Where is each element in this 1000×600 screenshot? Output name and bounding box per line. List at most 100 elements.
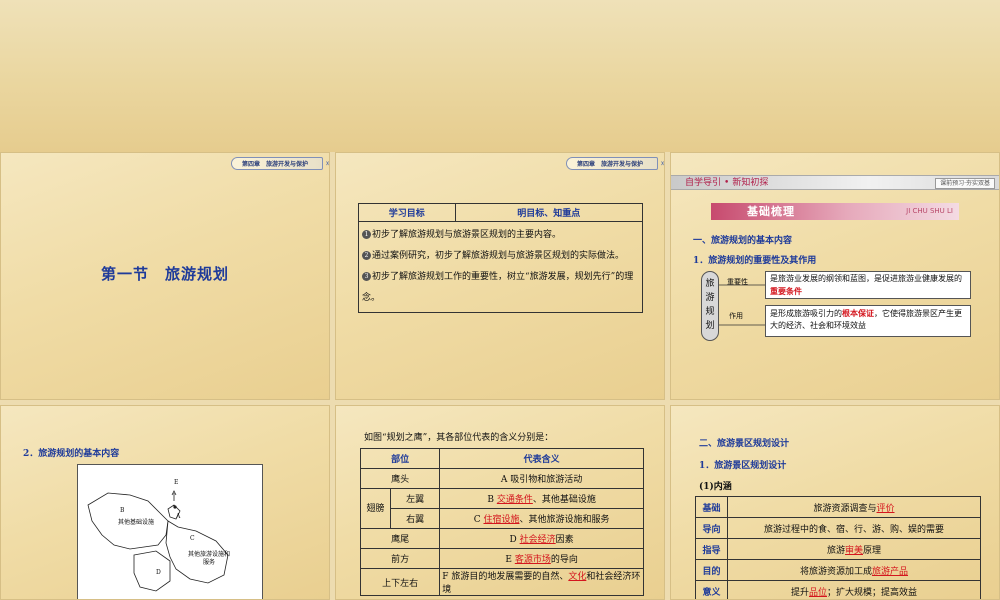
table-header: 学习目标 (358, 203, 456, 222)
meaning-cell: D 社会经济因素 (439, 528, 644, 549)
part-cell: 鹰尾 (359, 528, 441, 549)
chapter-tag: 第四章 旅游开发与保护 » (230, 157, 329, 170)
slide-3[interactable]: 自学导引 • 新知初探 课前预习·夯实双基 基础梳理 JI CHU SHU LI 一… (670, 152, 1000, 400)
meaning-cell: C 住宿设施、其他旅游设施和服务 (439, 508, 644, 529)
value-text: 旅游过程中的食、宿、行、游、购、娱的需要 (763, 524, 944, 535)
table-row: 前方 E 客源市场的导向 (359, 548, 644, 569)
meaning-text: 、其他基础设施 (532, 495, 596, 505)
map-label-d: D (156, 569, 161, 576)
value-text: 提升 (790, 587, 809, 598)
answer-text: 客源市场 (514, 555, 551, 565)
meaning-cell: F 旅游目的地发展需要的自然、文化和社会经济环境 (439, 568, 644, 596)
answer-text: 住宿设施 (483, 515, 520, 525)
table-row: 目的 将旅游资源加工成旅游产品 (695, 559, 981, 581)
info-box: 是旅游业发展的纲领和蓝图，是促进旅游业健康发展的重要条件 (765, 271, 971, 299)
oval-char: 划 (705, 321, 715, 331)
map-label-e: E (174, 479, 179, 486)
table-row: 鹰尾 D 社会经济因素 (359, 528, 644, 549)
meaning-cell: A 吸引物和旅游活动 (439, 468, 644, 489)
goals-table: 学习目标 明目标、知重点 1 初步了解旅游规划与旅游景区规划的主要内容。 2 通过案… (358, 203, 644, 313)
table-row: 基础 旅游资源调查与评价 (695, 496, 981, 518)
value-text: 将旅游资源加工成 (799, 566, 872, 577)
goal-item: 3 初步了解旅游规划工作的重要性，树立“旅游发展，规划先行”的理念。 (362, 267, 639, 309)
meaning-text: B (487, 495, 497, 505)
meaning-cell: B 交通条件、其他基础设施 (439, 488, 644, 509)
meaning-text: 的导向 (550, 555, 578, 565)
goal-item: 2 通过案例研究，初步了解旅游规划与旅游景区规划的实际做法。 (362, 246, 639, 267)
answer-text: 文化 (568, 572, 587, 582)
table-header: 明目标、知重点 (454, 203, 644, 222)
part-cell: 右翼 (389, 508, 441, 529)
table-header: 部位 (359, 448, 441, 469)
slide-5[interactable]: 如图“规划之鹰”，其各部位代表的含义分别是： 部位 代表含义 鹰头 A 吸引物和… (335, 405, 665, 600)
chevron-right-icon: » (325, 159, 329, 169)
key-cell: 指导 (695, 538, 728, 560)
answer-text: 交通条件 (496, 495, 533, 505)
slide-1[interactable]: 第四章 旅游开发与保护 » 第一节 旅游规划 (0, 152, 330, 400)
slide-6[interactable]: 二、旅游景区规划设计 1．旅游景区规划设计 (1)内涵 基础 旅游资源调查与评价… (670, 405, 1000, 600)
meaning-text: A 吸引物和旅游活动 (500, 475, 583, 485)
number-badge: 3 (362, 272, 371, 281)
branch-label: 作用 (729, 312, 743, 320)
value-text: 旅游 (826, 545, 845, 556)
value-text: 原理 (863, 545, 882, 556)
intro-text: 如图“规划之鹰”，其各部位代表的含义分别是： (364, 433, 554, 443)
goal-text: 初步了解旅游规划与旅游景区规划的主要内容。 (372, 230, 562, 240)
page-title: 第一节 旅游规划 (101, 265, 230, 283)
connotation-table: 基础 旅游资源调查与评价 导向 旅游过程中的食、宿、行、游、购、娱的需要 指导 … (695, 496, 981, 599)
slide-4[interactable]: 2．旅游规划的基本内容 E B 其他基础设施 A C 其他旅游设施和服务 D F (0, 405, 330, 600)
value-text: ；扩大规模；提高效益 (827, 587, 918, 598)
map-label-c-text: 其他旅游设施和服务 (187, 551, 230, 566)
map-label-a: A (176, 513, 181, 520)
answer-text: 审美 (844, 545, 863, 556)
goal-text: 通过案例研究，初步了解旅游规划与旅游景区规划的实际做法。 (372, 251, 625, 261)
answer-text: 旅游产品 (872, 566, 909, 577)
key-cell: 意义 (695, 580, 728, 599)
goals-cell: 1 初步了解旅游规划与旅游景区规划的主要内容。 2 通过案例研究，初步了解旅游规划与… (358, 221, 643, 313)
eagle-meaning-table: 部位 代表含义 鹰头 A 吸引物和旅游活动 翅膀 左翼 B 交通条件、其他基础设… (359, 448, 644, 596)
top-banner (0, 0, 1000, 152)
chapter-tag: 第四章 旅游开发与保护 » (565, 157, 664, 170)
heading: 2．旅游规划的基本内容 (23, 449, 120, 459)
answer-text: 评价 (876, 503, 895, 514)
meaning-cell: E 客源市场的导向 (439, 548, 644, 569)
info-box: 是形成旅游吸引力的根本保证，它使得旅游景区产生更大的经济、社会和环境效益 (765, 305, 971, 337)
eagle-shape (87, 490, 229, 592)
answer-text: 品位 (808, 587, 827, 598)
table-row: 意义 提升品位；扩大规模；提高效益 (695, 580, 981, 599)
chapter-tag-text: 第四章 旅游开发与保护 (576, 161, 643, 168)
topic-oval: 旅 游 规 划 (701, 271, 719, 341)
value-text: 旅游资源调查与 (813, 503, 877, 514)
value-cell: 旅游过程中的食、宿、行、游、购、娱的需要 (727, 517, 981, 539)
table-row: 右翼 C 住宿设施、其他旅游设施和服务 (361, 508, 644, 529)
key-cell: 导向 (695, 517, 728, 539)
meaning-text: 、其他旅游设施和服务 (519, 515, 610, 525)
table-row: 翅膀 左翼 B 交通条件、其他基础设施 (360, 488, 644, 529)
meaning-text: D (509, 535, 520, 545)
map-label-b-text: 其他基础设施 (118, 519, 155, 526)
key-cell: 基础 (695, 496, 728, 518)
part-cell: 鹰头 (359, 468, 441, 489)
wing-cell: 翅膀 (360, 488, 391, 529)
value-cell: 提升品位；扩大规模；提高效益 (727, 580, 981, 599)
part-cell: 上下左右 (359, 568, 441, 596)
value-cell: 将旅游资源加工成旅游产品 (727, 559, 981, 581)
highlight-text: 根本保证 (842, 308, 874, 318)
map-label-c: C (190, 535, 195, 542)
meaning-text: E (505, 555, 515, 565)
goal-item: 1 初步了解旅游规划与旅游景区规划的主要内容。 (362, 225, 639, 246)
table-row: 导向 旅游过程中的食、宿、行、游、购、娱的需要 (695, 517, 981, 539)
oval-char: 游 (705, 293, 715, 303)
heading: 二、旅游景区规划设计 (699, 439, 790, 449)
chapter-tag-text: 第四章 旅游开发与保护 (241, 161, 308, 168)
highlight-text: 重要条件 (770, 286, 802, 296)
key-cell: 目的 (695, 559, 728, 581)
meaning-text: C (473, 515, 484, 525)
slide-2[interactable]: 第四章 旅游开发与保护 » 学习目标 明目标、知重点 1初步了解旅游规划与旅游景区… (335, 152, 665, 400)
number-badge: 2 (362, 251, 371, 260)
oval-char: 规 (705, 307, 715, 317)
table-row: 指导 旅游审美原理 (695, 538, 981, 560)
chevron-right-icon: » (660, 159, 664, 169)
table-header: 代表含义 (439, 448, 644, 469)
box-text: 是形成旅游吸引力的 (770, 309, 842, 318)
